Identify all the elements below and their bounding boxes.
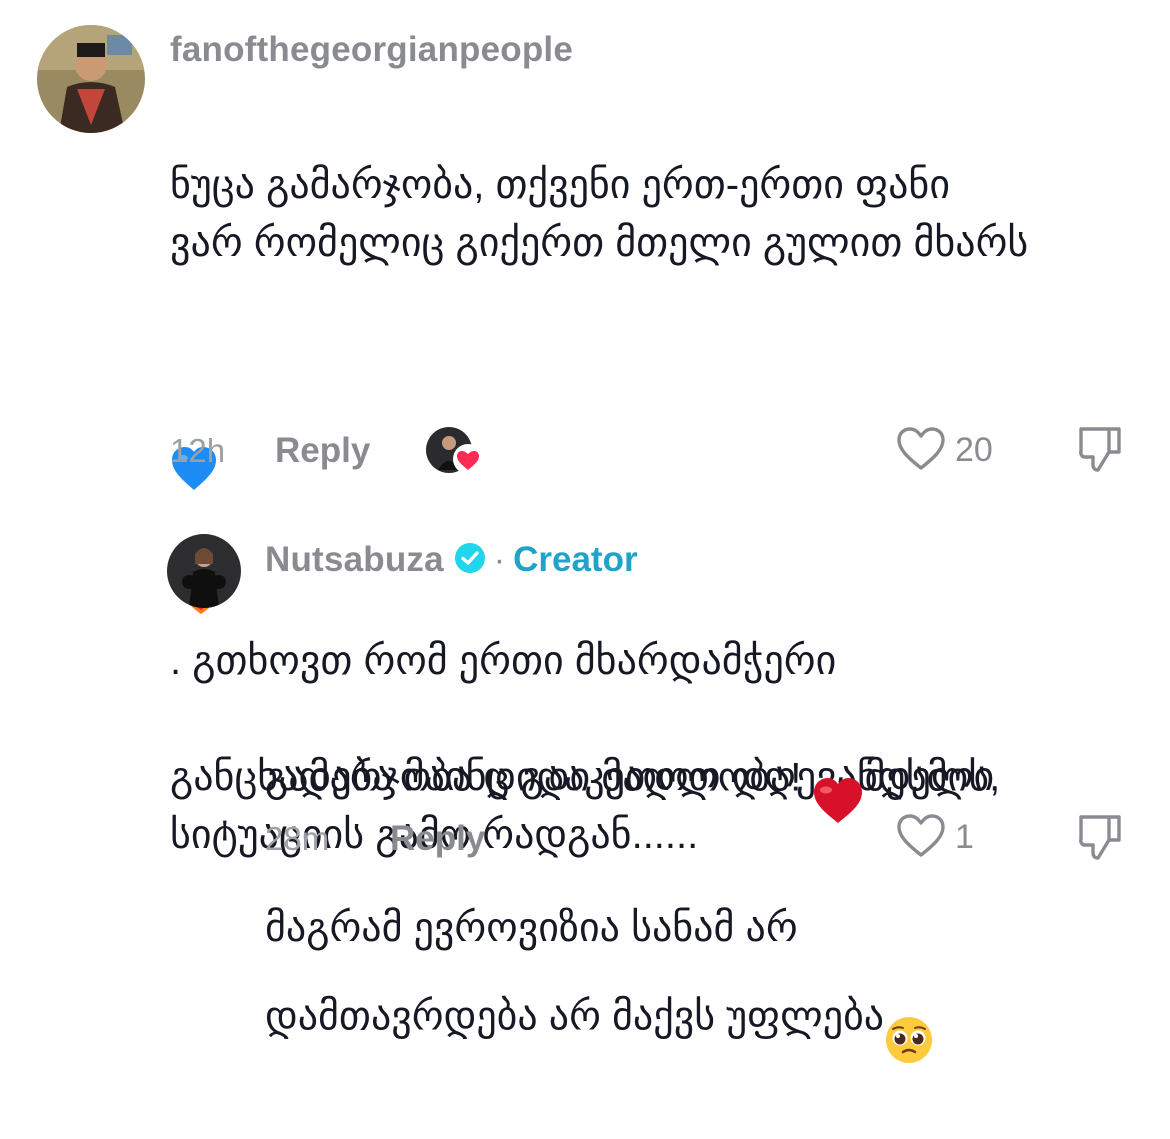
comment-text-lines: ნუცა გამარჯობა, თქვენი ერთ-ერთი ფანი ვარ…	[170, 163, 1029, 265]
separator-dot: ·	[493, 540, 506, 579]
comment-timestamp: 28m	[265, 820, 330, 857]
pleading-face-icon	[884, 957, 934, 1081]
comment-text-line1: გამარჯობა დიდი მადლობა! მესმის,	[265, 661, 1145, 841]
verified-badge-icon	[454, 542, 486, 579]
comment-text: გამარჯობა დიდი მადლობა! მესმის, მაგრამ ე…	[265, 603, 1145, 1139]
like-count: 20	[955, 431, 993, 469]
like-heart-icon[interactable]	[896, 813, 946, 864]
comment-timestamp: 12h	[170, 432, 226, 469]
comment-username[interactable]: Nutsabuza	[265, 540, 444, 580]
like-count: 1	[955, 818, 974, 856]
dislike-icon[interactable]	[1076, 424, 1124, 479]
comment-text-rest: მაგრამ ევროვიზია სანამ არ დამთავრდება არ…	[265, 899, 1145, 1081]
dislike-icon[interactable]	[1076, 812, 1124, 867]
reply-button[interactable]: Reply	[390, 819, 485, 859]
avatar-nutsabuza[interactable]	[167, 534, 241, 608]
comment-text-line1-a: გამარჯობა დიდი მადლობა!	[265, 755, 813, 800]
like-heart-icon[interactable]	[896, 426, 946, 477]
creator-label: Creator	[513, 540, 638, 579]
reply-button[interactable]: Reply	[275, 431, 370, 471]
comment-username[interactable]: fanofthegeorgianpeople	[170, 30, 573, 70]
creator-header: Nutsabuza · Creator	[265, 540, 638, 580]
avatar-fanofthegeorgianpeople[interactable]	[37, 25, 145, 133]
red-heart-icon	[812, 719, 864, 841]
comment-text-rest-content: მაგრამ ევროვიზია სანამ არ დამთავრდება არ…	[265, 906, 885, 1039]
comment-text-line1-b: მესმის,	[864, 755, 1001, 800]
creator-liked-badge-icon	[425, 426, 485, 481]
